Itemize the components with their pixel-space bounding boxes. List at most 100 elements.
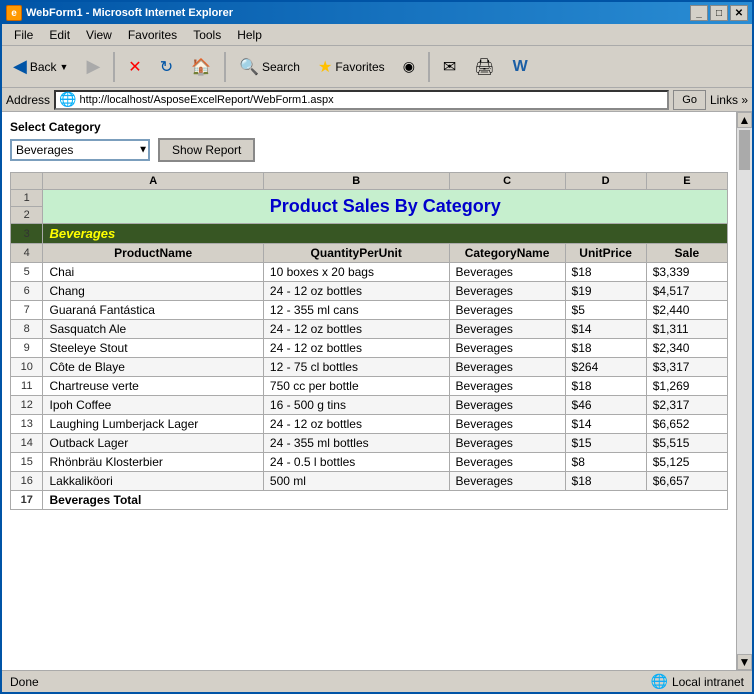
col-label-category: CategoryName	[449, 244, 565, 263]
favorites-icon: ★	[318, 57, 332, 77]
show-report-button[interactable]: Show Report	[158, 138, 255, 162]
toolbar-separator-1	[113, 52, 115, 82]
title-bar-buttons[interactable]: _ □ ✕	[690, 5, 748, 21]
cell-cat-6: Beverages	[449, 282, 565, 301]
status-bar: Done 🌐 Local intranet	[2, 670, 752, 692]
home-icon: 🏠	[191, 57, 211, 77]
cell-sale-9: $2,340	[646, 339, 727, 358]
cell-sale-16: $6,657	[646, 472, 727, 491]
cell-price-12: $46	[565, 396, 646, 415]
menu-help[interactable]: Help	[229, 26, 270, 44]
cell-product-14: Outback Lager	[43, 434, 263, 453]
cell-product-6: Chang	[43, 282, 263, 301]
cell-product-15: Rhönbräu Klosterbier	[43, 453, 263, 472]
row-num-14: 14	[11, 434, 43, 453]
search-label: Search	[262, 60, 300, 74]
menu-bar: File Edit View Favorites Tools Help	[2, 24, 752, 46]
controls-row: Beverages Condiments Confections Dairy P…	[10, 138, 728, 162]
word-button[interactable]: W	[506, 50, 535, 84]
cell-product-7: Guaraná Fantástica	[43, 301, 263, 320]
stop-button[interactable]: ✕	[121, 50, 148, 84]
cell-sale-13: $6,652	[646, 415, 727, 434]
row-num-5: 5	[11, 263, 43, 282]
table-row: 15 Rhönbräu Klosterbier 24 - 0.5 l bottl…	[11, 453, 728, 472]
select-category-label: Select Category	[10, 120, 728, 134]
table-row: 6 Chang 24 - 12 oz bottles Beverages $19…	[11, 282, 728, 301]
row-num-2: 2	[11, 207, 43, 224]
table-row: 11 Chartreuse verte 750 cc per bottle Be…	[11, 377, 728, 396]
row-num-13: 13	[11, 415, 43, 434]
address-input[interactable]	[79, 94, 667, 106]
cell-price-5: $18	[565, 263, 646, 282]
mail-icon: ✉	[443, 57, 456, 77]
cell-cat-14: Beverages	[449, 434, 565, 453]
menu-view[interactable]: View	[78, 26, 120, 44]
report-title-cell: Product Sales By Category	[43, 190, 728, 224]
close-button[interactable]: ✕	[730, 5, 748, 21]
refresh-button[interactable]: ↻	[153, 50, 180, 84]
row-num-3: 3	[11, 224, 43, 244]
cell-cat-5: Beverages	[449, 263, 565, 282]
cell-sale-12: $2,317	[646, 396, 727, 415]
favorites-button[interactable]: ★ Favorites	[311, 50, 392, 84]
cell-sale-8: $1,311	[646, 320, 727, 339]
menu-tools[interactable]: Tools	[185, 26, 229, 44]
row-num-16: 16	[11, 472, 43, 491]
vertical-scrollbar[interactable]: ▲ ▼	[736, 112, 752, 670]
mail-button[interactable]: ✉	[436, 50, 463, 84]
cell-product-5: Chai	[43, 263, 263, 282]
home-button[interactable]: 🏠	[184, 50, 218, 84]
links-label[interactable]: Links »	[710, 93, 748, 107]
back-button[interactable]: ◀ Back ▼	[6, 50, 75, 84]
forward-button[interactable]: ▶	[79, 50, 107, 84]
maximize-button[interactable]: □	[710, 5, 728, 21]
corner-cell	[11, 173, 43, 190]
scroll-down-button[interactable]: ▼	[737, 654, 752, 670]
row-num-9: 9	[11, 339, 43, 358]
search-button[interactable]: 🔍 Search	[232, 50, 307, 84]
cell-product-11: Chartreuse verte	[43, 377, 263, 396]
browser-window: e WebForm1 - Microsoft Internet Explorer…	[0, 0, 754, 694]
scroll-up-button[interactable]: ▲	[737, 112, 752, 128]
col-label-price: UnitPrice	[565, 244, 646, 263]
table-row: 12 Ipoh Coffee 16 - 500 g tins Beverages…	[11, 396, 728, 415]
minimize-button[interactable]: _	[690, 5, 708, 21]
table-row: 10 Côte de Blaye 12 - 75 cl bottles Beve…	[11, 358, 728, 377]
forward-icon: ▶	[86, 56, 100, 77]
back-dropdown-icon[interactable]: ▼	[60, 62, 69, 72]
menu-file[interactable]: File	[6, 26, 41, 44]
cell-qty-13: 24 - 12 oz bottles	[263, 415, 449, 434]
row-num-1: 1	[11, 190, 43, 207]
cell-sale-10: $3,317	[646, 358, 727, 377]
row-num-12: 12	[11, 396, 43, 415]
row-num-8: 8	[11, 320, 43, 339]
cell-price-9: $18	[565, 339, 646, 358]
scroll-area: Select Category Beverages Condiments Con…	[2, 112, 752, 670]
refresh-icon: ↻	[160, 57, 173, 77]
cell-product-10: Côte de Blaye	[43, 358, 263, 377]
print-icon: 🖨	[474, 57, 494, 77]
print-button[interactable]: 🖨	[467, 50, 501, 84]
cell-cat-15: Beverages	[449, 453, 565, 472]
table-row: 9 Steeleye Stout 24 - 12 oz bottles Beve…	[11, 339, 728, 358]
cell-cat-16: Beverages	[449, 472, 565, 491]
status-text: Done	[10, 675, 39, 689]
media-button[interactable]: ◉	[396, 50, 422, 84]
category-select-wrapper: Beverages Condiments Confections Dairy P…	[10, 139, 150, 161]
address-icon: 🌐	[59, 91, 76, 108]
main-content: Select Category Beverages Condiments Con…	[2, 112, 736, 670]
title-bar-left: e WebForm1 - Microsoft Internet Explorer	[6, 5, 233, 21]
toolbar: ◀ Back ▼ ▶ ✕ ↻ 🏠 🔍 Search ★ Favorites ◉	[2, 46, 752, 88]
go-button[interactable]: Go	[673, 90, 706, 110]
cell-price-14: $15	[565, 434, 646, 453]
cell-cat-13: Beverages	[449, 415, 565, 434]
menu-edit[interactable]: Edit	[41, 26, 78, 44]
scroll-thumb[interactable]	[739, 130, 750, 170]
category-header-label: Beverages	[49, 226, 115, 241]
cell-price-13: $14	[565, 415, 646, 434]
col-header-b: B	[263, 173, 449, 190]
col-header-row: A B C D E	[11, 173, 728, 190]
col-label-sale: Sale	[646, 244, 727, 263]
category-select[interactable]: Beverages Condiments Confections Dairy P…	[10, 139, 150, 161]
menu-favorites[interactable]: Favorites	[120, 26, 185, 44]
